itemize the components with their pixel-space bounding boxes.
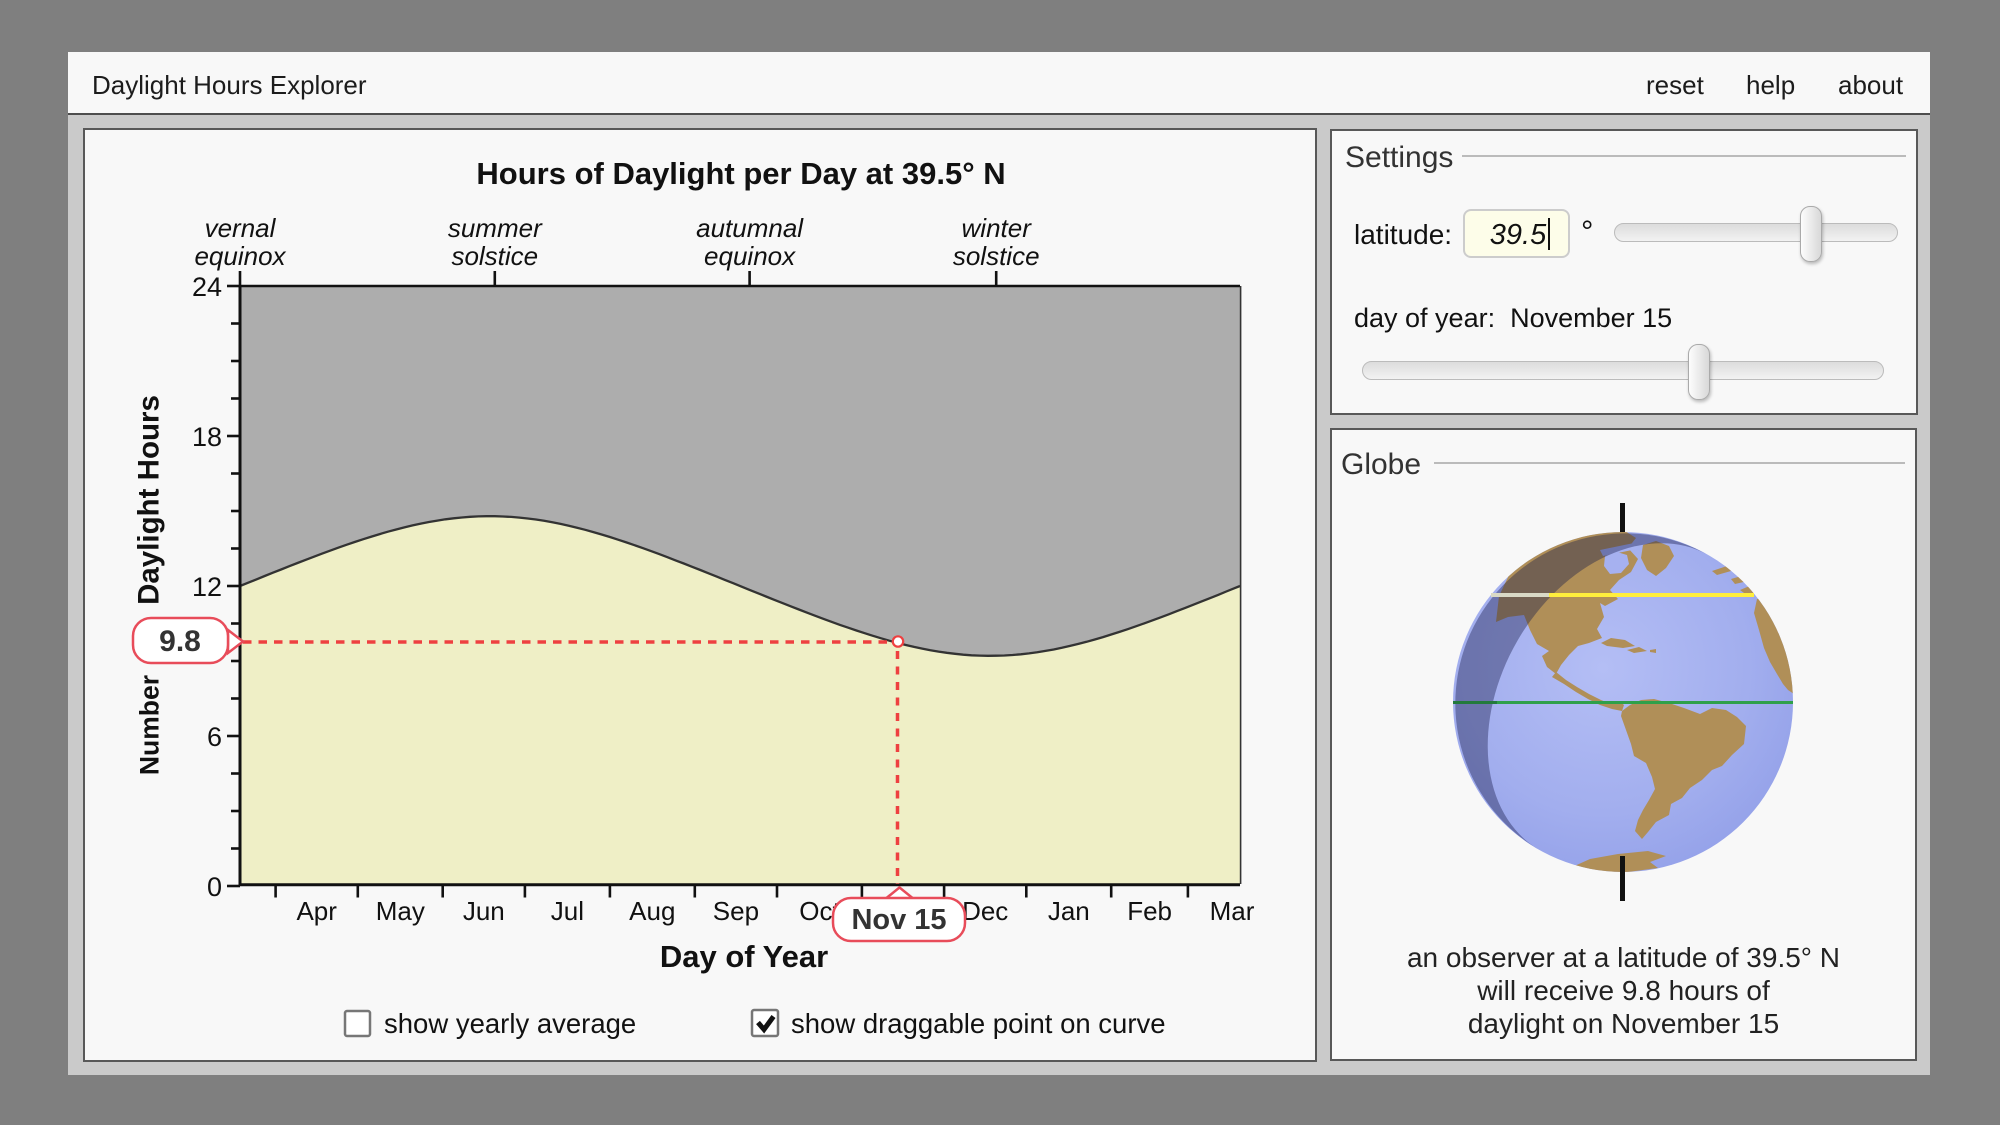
svg-text:equinox: equinox — [194, 241, 286, 271]
svg-text:6: 6 — [207, 722, 222, 752]
svg-text:24: 24 — [192, 272, 222, 302]
svg-text:Aug: Aug — [629, 896, 675, 926]
svg-text:18: 18 — [192, 422, 222, 452]
svg-text:show draggable point on curve: show draggable point on curve — [791, 1008, 1166, 1039]
svg-text:vernal: vernal — [205, 213, 277, 243]
svg-text:summer: summer — [448, 213, 543, 243]
svg-text:equinox: equinox — [704, 241, 796, 271]
svg-text:solstice: solstice — [451, 241, 538, 271]
svg-text:Jul: Jul — [551, 896, 584, 926]
svg-text:Jun: Jun — [463, 896, 505, 926]
svg-text:Feb: Feb — [1127, 896, 1172, 926]
svg-text:solstice: solstice — [953, 241, 1040, 271]
svg-text:12: 12 — [192, 572, 222, 602]
svg-text:May: May — [376, 896, 425, 926]
svg-text:Nov 15: Nov 15 — [851, 904, 946, 936]
svg-text:show yearly average: show yearly average — [384, 1008, 636, 1039]
svg-text:9.8: 9.8 — [159, 625, 201, 658]
svg-text:0: 0 — [207, 872, 222, 902]
svg-text:Hours of Daylight per Day at 3: Hours of Daylight per Day at 39.5° N — [476, 156, 1005, 191]
svg-text:autumnal: autumnal — [696, 213, 804, 243]
svg-text:Jan: Jan — [1048, 896, 1090, 926]
svg-text:Dec: Dec — [962, 896, 1008, 926]
svg-text:winter: winter — [962, 213, 1033, 243]
svg-text:Sep: Sep — [713, 896, 759, 926]
svg-text:Number: Number — [135, 675, 165, 775]
svg-text:Apr: Apr — [296, 896, 337, 926]
svg-text:Daylight Hours: Daylight Hours — [133, 395, 166, 605]
svg-text:Day of Year: Day of Year — [660, 939, 828, 974]
svg-text:Mar: Mar — [1210, 896, 1255, 926]
